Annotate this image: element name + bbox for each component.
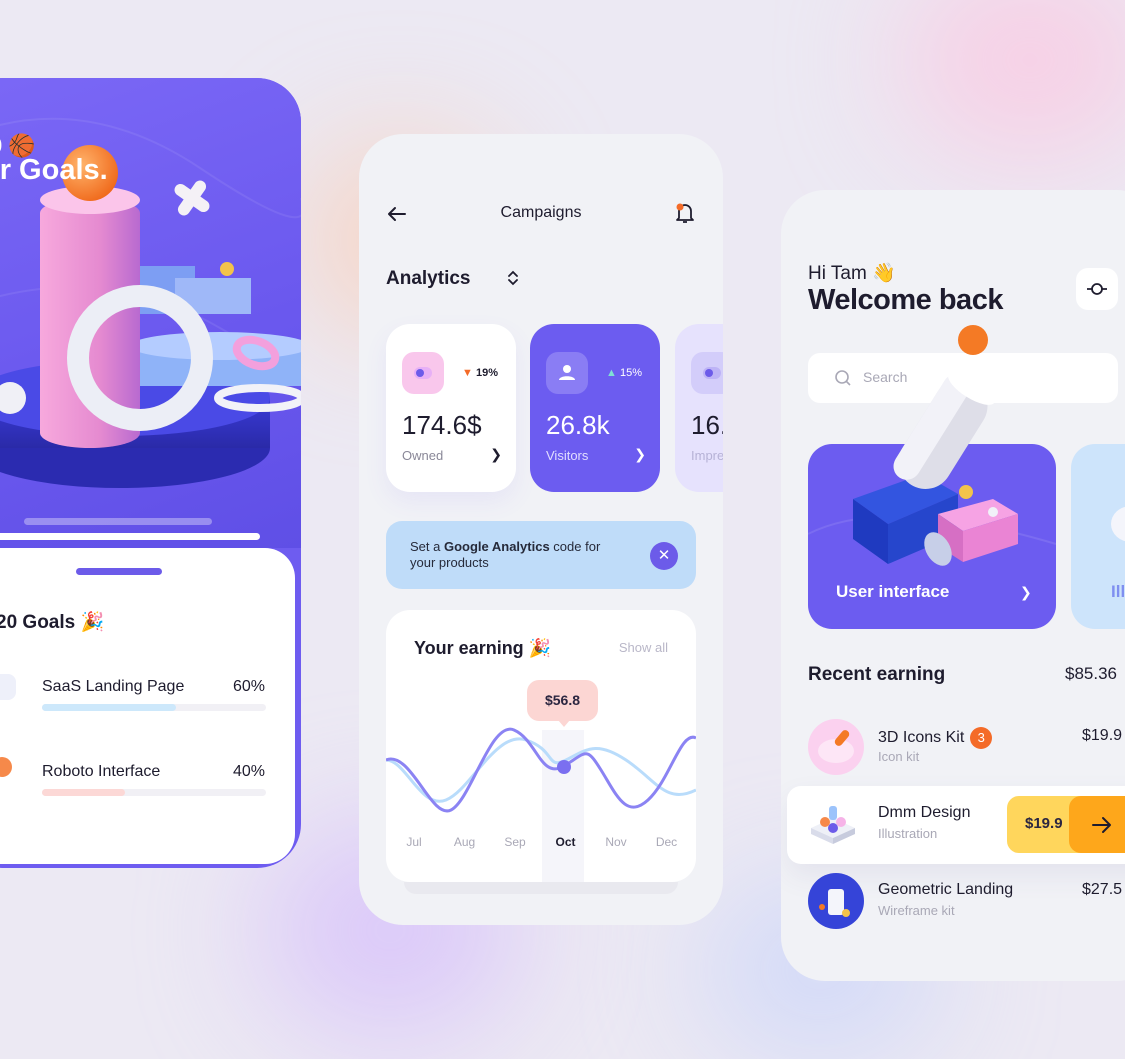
earning-tooltip: $56.8 — [527, 680, 598, 721]
sheet-handle[interactable] — [76, 568, 162, 575]
item-price: $19.9 — [1082, 727, 1123, 744]
buy-arrow[interactable] — [1069, 796, 1125, 853]
geometric-landing-thumb — [808, 873, 864, 929]
stat-value: 16. — [691, 410, 723, 440]
analytics-dropdown[interactable]: Analytics — [386, 268, 518, 290]
goal-thumb-icon — [0, 757, 12, 777]
toggle-icon — [691, 352, 723, 394]
item-price: $27.5 — [1082, 881, 1123, 898]
sort-icon — [506, 268, 520, 294]
month-tick-label[interactable]: Nov — [605, 835, 626, 849]
screen-title: Campaigns — [500, 204, 582, 221]
goals-phone: 0 🏀 ur Goals. 20 Goals 🎉 SaaS Landing Pa… — [0, 78, 301, 868]
hero-title: ur Goals. — [0, 154, 108, 186]
stat-change: ▼ 19% — [462, 367, 498, 379]
page-indicator-track — [24, 518, 212, 525]
item-name: Dmm Design — [878, 804, 971, 821]
buy-price: $19.9 — [1025, 815, 1063, 832]
ui-3d-illustration — [807, 325, 1057, 566]
bell-icon[interactable] — [673, 200, 697, 226]
earning-row-selected[interactable]: Dmm Design Illustration $19.9 — [787, 786, 1125, 864]
banner-text: Set a Google Analytics code for your pro… — [410, 539, 601, 570]
home-phone: Hi Tam 👋 Welcome back Search User interf… — [781, 190, 1125, 981]
filter-icon — [1087, 283, 1107, 295]
stat-label: Impre — [691, 448, 723, 463]
category-card-ui[interactable]: User interface ❯ — [807, 325, 1057, 629]
stat-card-impressions[interactable]: 16. Impre — [675, 324, 723, 492]
item-name: 3D Icons Kit 3 — [878, 727, 993, 749]
earning-card-shadow — [404, 882, 678, 894]
earning-card: Your earning 🎉 Show all Jul Aug Sep Oct Nov D… — [386, 610, 696, 882]
chevron-right-icon: ❯ — [490, 446, 502, 462]
headline: Welcome back — [808, 284, 1003, 316]
buy-button[interactable]: $19.9 — [1007, 796, 1125, 853]
item-name: Geometric Landing — [878, 881, 1014, 898]
item-type: Illustration — [878, 826, 938, 841]
count-badge: 3 — [970, 727, 993, 749]
close-icon[interactable]: ✕ — [650, 542, 678, 570]
analytics-banner[interactable]: Set a Google Analytics code for your pro… — [386, 521, 696, 589]
goal-thumb-icon — [0, 674, 16, 700]
earning-row[interactable]: 3D Icons Kit 3 Icon kit $19.9 — [781, 719, 1125, 795]
stat-value: 26.8k — [546, 410, 610, 440]
goal-name: Roboto Interface — [42, 763, 161, 780]
stat-label: Visitors — [546, 448, 589, 463]
tooltip-pointer — [558, 720, 570, 727]
item-type: Icon kit — [878, 749, 920, 764]
wave-icon: 👋 — [872, 263, 896, 284]
3d-icons-thumb — [808, 719, 864, 775]
goal-progress-fill — [42, 704, 177, 711]
hero-3d-scene — [0, 117, 301, 488]
goals-sheet: 20 Goals 🎉 SaaS Landing Page 60% Roboto … — [0, 548, 295, 864]
user-icon — [546, 352, 588, 394]
earning-line-light — [386, 737, 696, 803]
goal-progress-fill — [42, 789, 125, 796]
goals-title: 20 Goals 🎉 — [0, 612, 105, 633]
category-label: User interface — [836, 582, 950, 601]
month-tick-label[interactable]: Jul — [406, 835, 421, 849]
stat-card-visitors[interactable]: ▲ 15% 26.8k Visitors ❯ — [530, 324, 660, 492]
dmm-design-thumb — [803, 796, 863, 852]
bg-glow-pink — [900, 0, 1125, 160]
month-tick-label[interactable]: Aug — [454, 835, 475, 849]
arrow-right-icon — [1092, 817, 1111, 833]
category-card-illustration[interactable]: Ill — [1071, 444, 1125, 629]
earning-row[interactable]: Geometric Landing Wireframe kit $27.5 — [781, 873, 1125, 949]
party-icon: 🎉 — [80, 612, 105, 633]
month-tick-label[interactable]: Sep — [504, 835, 526, 849]
page-indicator — [0, 533, 260, 540]
recent-title: Recent earning — [808, 664, 946, 685]
goal-percent: 60% — [232, 678, 265, 695]
stat-label: Owned — [402, 448, 444, 463]
chevron-right-icon: ❯ — [634, 446, 646, 462]
recent-total: $85.36 — [1065, 664, 1117, 683]
goal-progress — [42, 704, 266, 711]
earning-chart: Jul Aug Sep Oct Nov Dec — [386, 720, 696, 882]
goal-item[interactable]: SaaS Landing Page 60% — [0, 674, 295, 738]
trend-down-icon: ▼ — [462, 367, 473, 379]
campaigns-phone: Campaigns Analytics ▼ 19% 174.6$ Owned ❯… — [359, 134, 723, 925]
chevron-right-icon: ❯ — [1020, 584, 1032, 600]
stat-value: 174.6$ — [402, 410, 482, 440]
goals-hero: 0 🏀 ur Goals. — [0, 78, 301, 548]
month-tick-label[interactable]: Oct — [555, 835, 575, 849]
stat-card-owned[interactable]: ▼ 19% 174.6$ Owned ❯ — [386, 324, 516, 492]
goal-item[interactable]: Roboto Interface 40% — [0, 757, 295, 823]
category-label: Ill — [1111, 582, 1125, 601]
toggle-icon — [402, 352, 444, 394]
top-bar: Campaigns — [359, 198, 723, 228]
goal-percent: 40% — [232, 763, 265, 780]
greeting: Hi Tam 👋 — [808, 263, 896, 284]
trend-up-icon: ▲ — [606, 367, 617, 379]
goal-progress — [42, 789, 266, 796]
earning-marker — [557, 760, 571, 774]
stat-change: ▲ 15% — [606, 367, 642, 379]
filter-button[interactable] — [1076, 268, 1118, 310]
item-type: Wireframe kit — [878, 903, 955, 918]
month-tick-label[interactable]: Dec — [656, 835, 677, 849]
goal-name: SaaS Landing Page — [42, 678, 185, 695]
